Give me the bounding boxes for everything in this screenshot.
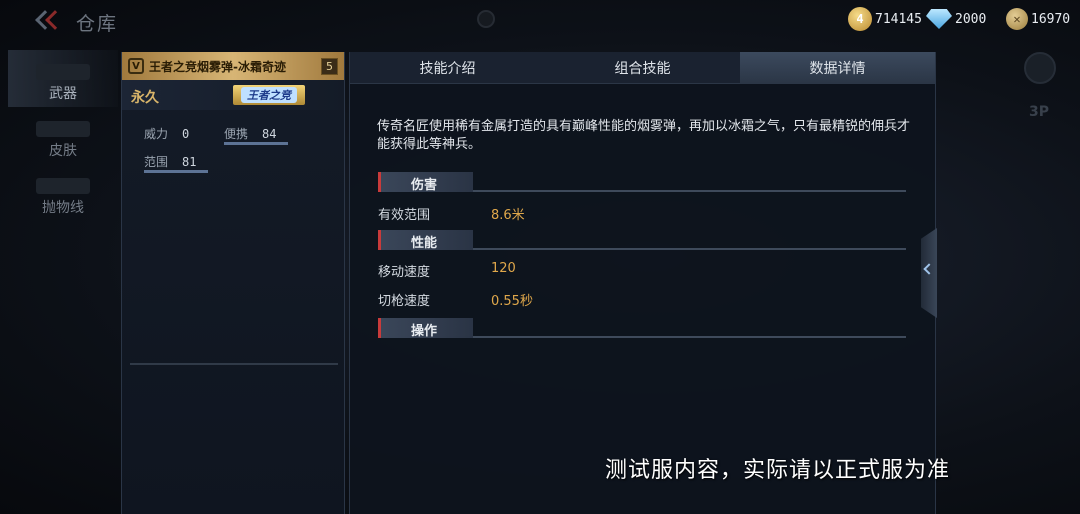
section-title: 操作 xyxy=(411,324,438,339)
detail-label: 移动速度 xyxy=(378,265,431,280)
collapse-panel-button[interactable] xyxy=(921,228,937,318)
video-subtitle: 测试服内容，实际请以正式服为准 xyxy=(605,458,951,483)
page-title: 仓库 xyxy=(76,13,119,35)
sidebar: 武器 皮肤 抛物线 xyxy=(8,50,118,221)
weapon-name: 王者之竞烟雾弹-冰霜奇迹 xyxy=(149,59,286,74)
view-mode-label[interactable]: 3P xyxy=(1029,104,1049,120)
camera-toggle-button[interactable] xyxy=(1024,52,1056,84)
top-bar: 仓库 4 714145 2000 ✕ 16970 xyxy=(0,0,1080,42)
weapon-card-subheader: 永久 王者之竞 xyxy=(122,80,344,110)
gold-amount: 714145 xyxy=(875,11,922,27)
rank-badge-label: 王者之竞 xyxy=(241,87,297,103)
weapon-description: 传奇名匠使用稀有金属打造的具有巅峰性能的烟雾弹，再加以冰霜之气，只有最精锐的佣兵… xyxy=(377,119,911,152)
coin-amount: 16970 xyxy=(1031,11,1071,27)
weapon-card-header: V 王者之竞烟雾弹-冰霜奇迹 5 xyxy=(122,52,344,80)
tab-data-details[interactable]: 数据详情 xyxy=(740,52,935,83)
gold-currency[interactable]: 4 714145 xyxy=(848,7,922,31)
back-button[interactable] xyxy=(30,8,65,36)
detail-label: 有效范围 xyxy=(378,208,431,223)
stat-power: 威力 0 xyxy=(144,125,189,142)
sidebar-item-label: 抛物线 xyxy=(42,200,84,216)
detail-value: 0.55秒 xyxy=(491,294,533,309)
chevron-left-icon xyxy=(923,263,935,275)
gold-rank-icon: 4 xyxy=(848,7,872,31)
coin-icon: ✕ xyxy=(1006,8,1028,30)
detail-label: 切枪速度 xyxy=(378,294,431,309)
section-header-damage: 伤害 xyxy=(378,172,906,193)
detail-panel: 技能介绍 组合技能 数据详情 传奇名匠使用稀有金属打造的具有巅峰性能的烟雾弹，再… xyxy=(349,52,936,514)
vip-badge-icon: V xyxy=(128,58,144,74)
weapon-card: V 王者之竞烟雾弹-冰霜奇迹 5 永久 王者之竞 威力 0 便携 84 范围 81 xyxy=(121,52,345,514)
section-header-operation: 操作 xyxy=(378,318,906,339)
tab-bar: 技能介绍 组合技能 数据详情 xyxy=(350,52,935,84)
tab-skill-intro[interactable]: 技能介绍 xyxy=(350,52,545,83)
divider xyxy=(130,363,338,365)
sidebar-item-label: 武器 xyxy=(49,86,77,102)
section-title: 伤害 xyxy=(411,178,438,193)
stat-value: 84 xyxy=(262,127,277,141)
stat-label: 便携 xyxy=(224,127,249,141)
diamond-amount: 2000 xyxy=(955,11,987,27)
trajectory-silhouette-icon xyxy=(36,178,90,194)
sidebar-item-weapons[interactable]: 武器 xyxy=(8,50,118,107)
skin-silhouette-icon xyxy=(36,121,90,137)
weapon-level: 5 xyxy=(321,57,338,75)
detail-value: 8.6米 xyxy=(491,208,525,223)
stat-value: 81 xyxy=(182,155,197,169)
home-button[interactable] xyxy=(477,10,495,28)
duration-label: 永久 xyxy=(131,90,159,106)
stat-range: 范围 81 xyxy=(144,153,208,173)
coin-currency[interactable]: ✕ 16970 xyxy=(1006,7,1070,31)
stat-bar xyxy=(224,142,288,145)
sidebar-item-skins[interactable]: 皮肤 xyxy=(8,107,118,164)
section-title: 性能 xyxy=(411,236,438,251)
sidebar-item-trajectory[interactable]: 抛物线 xyxy=(8,164,118,221)
stat-bar xyxy=(144,170,208,173)
sidebar-item-label: 皮肤 xyxy=(49,143,77,159)
tab-combo-skills[interactable]: 组合技能 xyxy=(545,52,740,83)
section-header-performance: 性能 xyxy=(378,230,906,251)
rank-badge: 王者之竞 xyxy=(233,85,305,105)
diamond-currency[interactable]: 2000 xyxy=(926,7,986,31)
stat-label: 范围 xyxy=(144,155,169,169)
weapon-silhouette-icon xyxy=(36,64,90,80)
stat-value: 0 xyxy=(182,127,190,141)
detail-value: 120 xyxy=(491,261,516,276)
stat-label: 威力 xyxy=(144,127,169,141)
stat-portability: 便携 84 xyxy=(224,125,288,145)
diamond-icon xyxy=(926,9,952,29)
